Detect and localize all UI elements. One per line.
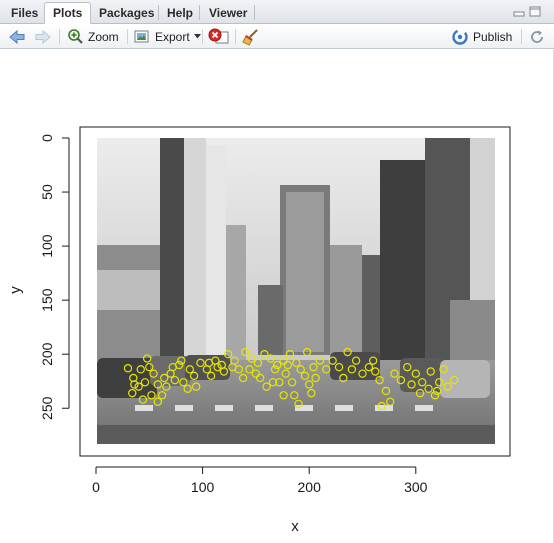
remove-plot-icon: [208, 28, 229, 44]
refresh-button[interactable]: [529, 27, 545, 46]
toolbar-divider: [521, 29, 522, 44]
y-axis: 0 50 100 150 200 250: [39, 134, 70, 420]
y-tick-label: 150: [39, 288, 55, 312]
x-tick-label: 0: [92, 479, 100, 495]
tab-viewer[interactable]: Viewer: [200, 2, 256, 24]
clear-all-broom-icon: [242, 28, 258, 46]
x-tick-label: 100: [191, 479, 215, 495]
plots-toolbar: Zoom Export Publish: [0, 24, 554, 49]
publish-button[interactable]: Publish: [451, 27, 512, 46]
plot-viewer: 0 100 200 300 0 50 100 150 200 250 x y: [0, 50, 554, 543]
y-tick-label: 100: [39, 234, 55, 258]
tab-packages[interactable]: Packages: [90, 2, 163, 24]
tab-files[interactable]: Files: [2, 2, 47, 24]
toolbar-divider: [235, 29, 236, 44]
y-tick-label: 0: [39, 134, 55, 142]
tab-bar: Files Plots Packages Help Viewer: [0, 0, 554, 24]
forward-button[interactable]: [34, 27, 52, 46]
y-tick-label: 50: [39, 184, 55, 200]
toolbar-divider: [127, 29, 128, 44]
maximize-pane-icon[interactable]: [529, 6, 541, 17]
y-axis-label: y: [7, 286, 24, 294]
toolbar-divider: [202, 29, 203, 44]
toolbar-divider: [59, 29, 60, 44]
y-tick-label: 200: [39, 342, 55, 366]
publish-icon: [452, 28, 468, 45]
refresh-icon: [531, 30, 543, 43]
tab-plots[interactable]: Plots: [44, 2, 92, 24]
back-button[interactable]: [8, 27, 26, 46]
zoom-button[interactable]: Zoom: [67, 27, 119, 46]
back-arrow-icon: [9, 29, 25, 44]
tab-help[interactable]: Help: [158, 2, 202, 24]
x-tick-label: 300: [404, 479, 428, 495]
x-tick-label: 200: [298, 479, 322, 495]
export-icon: [134, 30, 149, 42]
x-axis-label: x: [291, 518, 299, 535]
export-menu-button[interactable]: Export: [134, 27, 201, 46]
scatter-plot: 0 100 200 300 0 50 100 150 200 250 x y: [7, 126, 511, 535]
tab-divider: [254, 5, 255, 20]
zoom-icon: [68, 29, 83, 44]
publish-label: Publish: [473, 29, 513, 44]
clear-all-plots-button[interactable]: [242, 27, 260, 46]
x-axis: 0 100 200 300: [92, 466, 428, 495]
y-tick-label: 250: [39, 396, 55, 420]
minimize-pane-icon[interactable]: [513, 6, 525, 17]
export-label: Export: [155, 29, 190, 44]
remove-plot-button[interactable]: [208, 27, 230, 46]
zoom-label: Zoom: [88, 29, 119, 44]
forward-arrow-icon: [35, 29, 51, 44]
chevron-down-icon: [193, 34, 201, 39]
